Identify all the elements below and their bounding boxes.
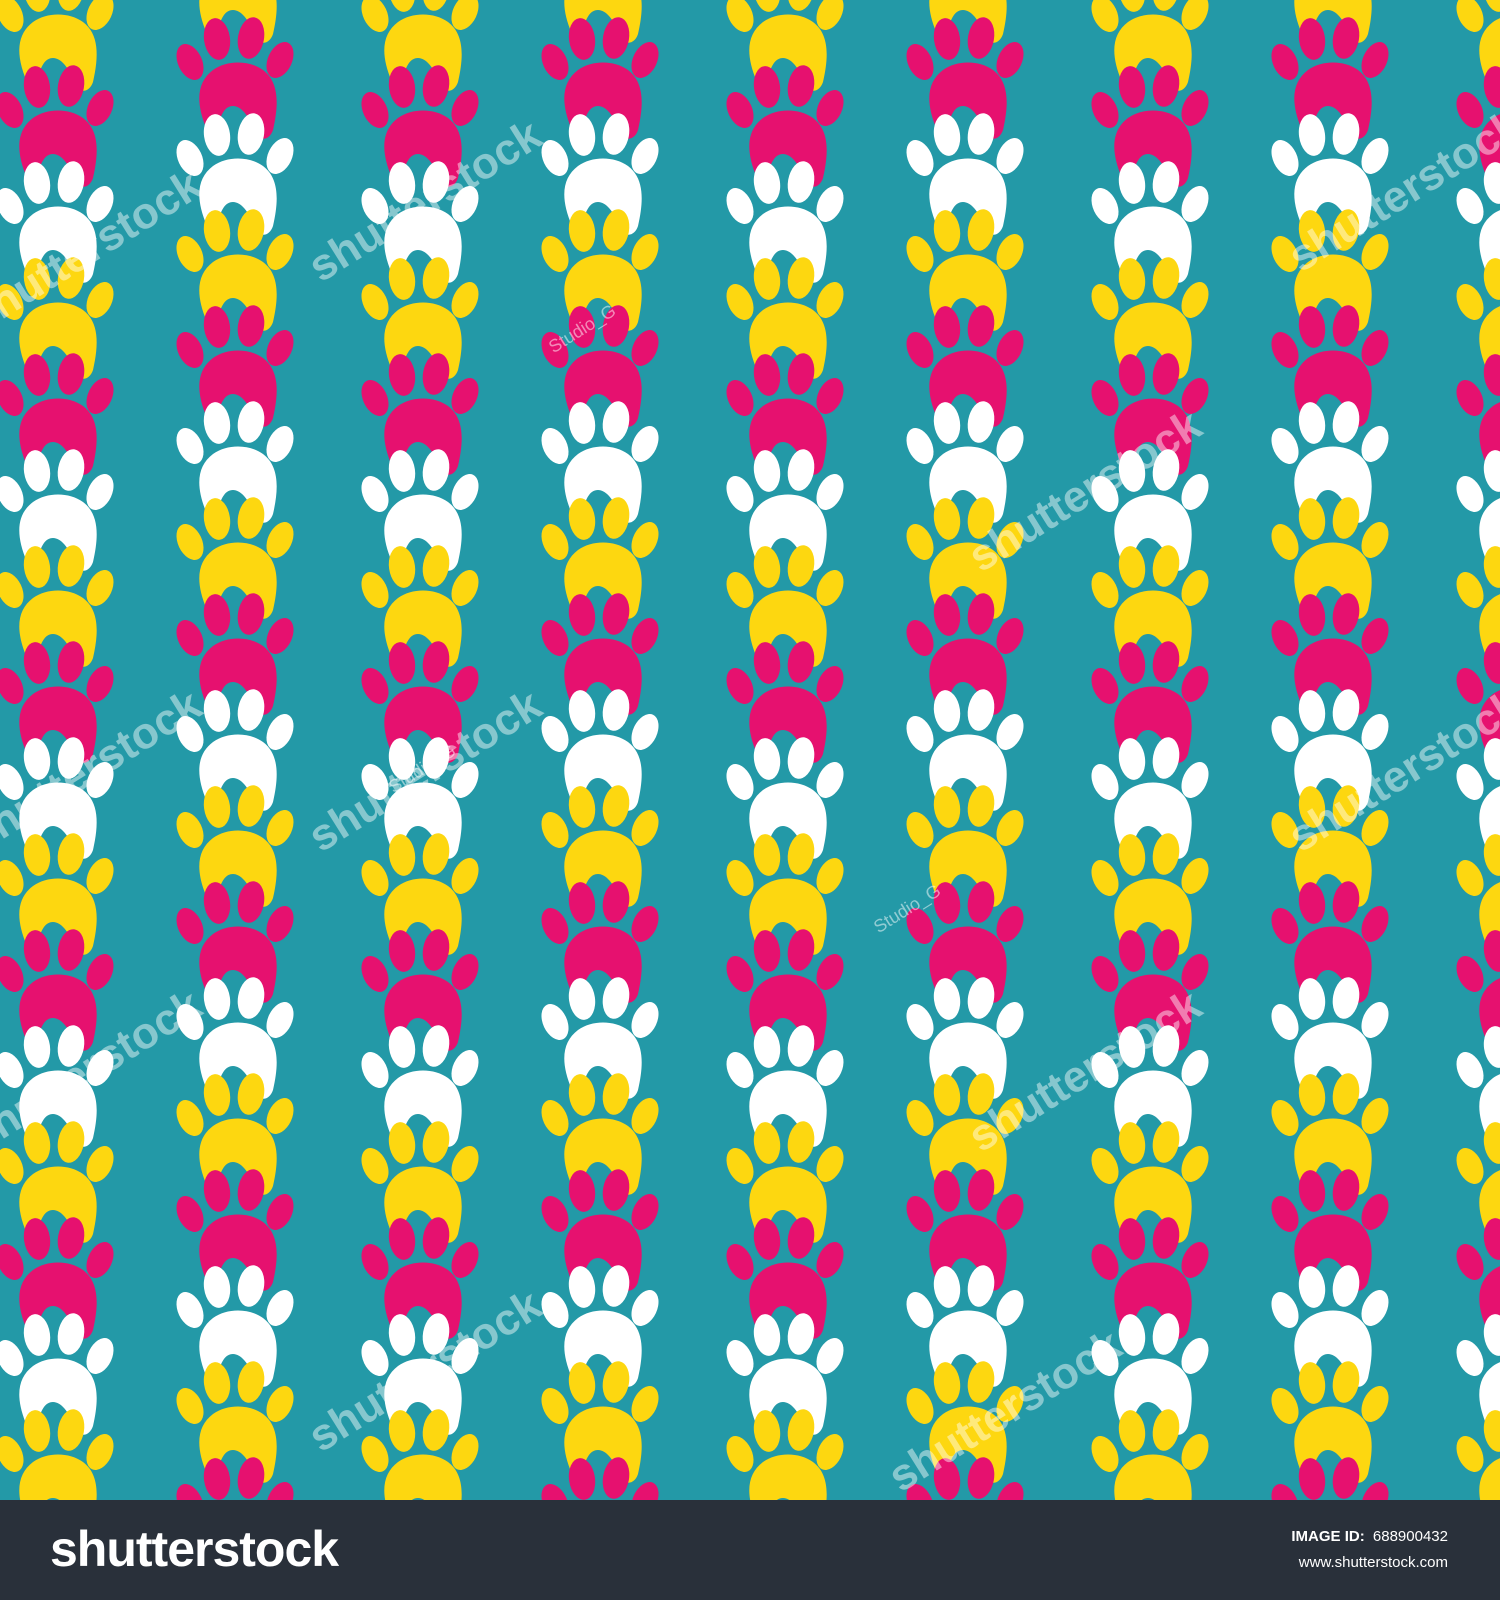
footer-url: www.shutterstock.com (1298, 1554, 1448, 1571)
image-id-row: IMAGE ID: 688900432 (1291, 1528, 1448, 1545)
shutterstock-logo: shutterstock (50, 1521, 339, 1577)
paw-pattern (0, 0, 1500, 1500)
stock-image: shutterstock shutterstock shutterstock shut… (0, 0, 1500, 1600)
image-id-value: 688900432 (1372, 1528, 1448, 1545)
image-id-label: IMAGE ID: (1291, 1528, 1365, 1545)
footer-bar: shutterstock IMAGE ID: 688900432 www.shu… (0, 1500, 1500, 1600)
